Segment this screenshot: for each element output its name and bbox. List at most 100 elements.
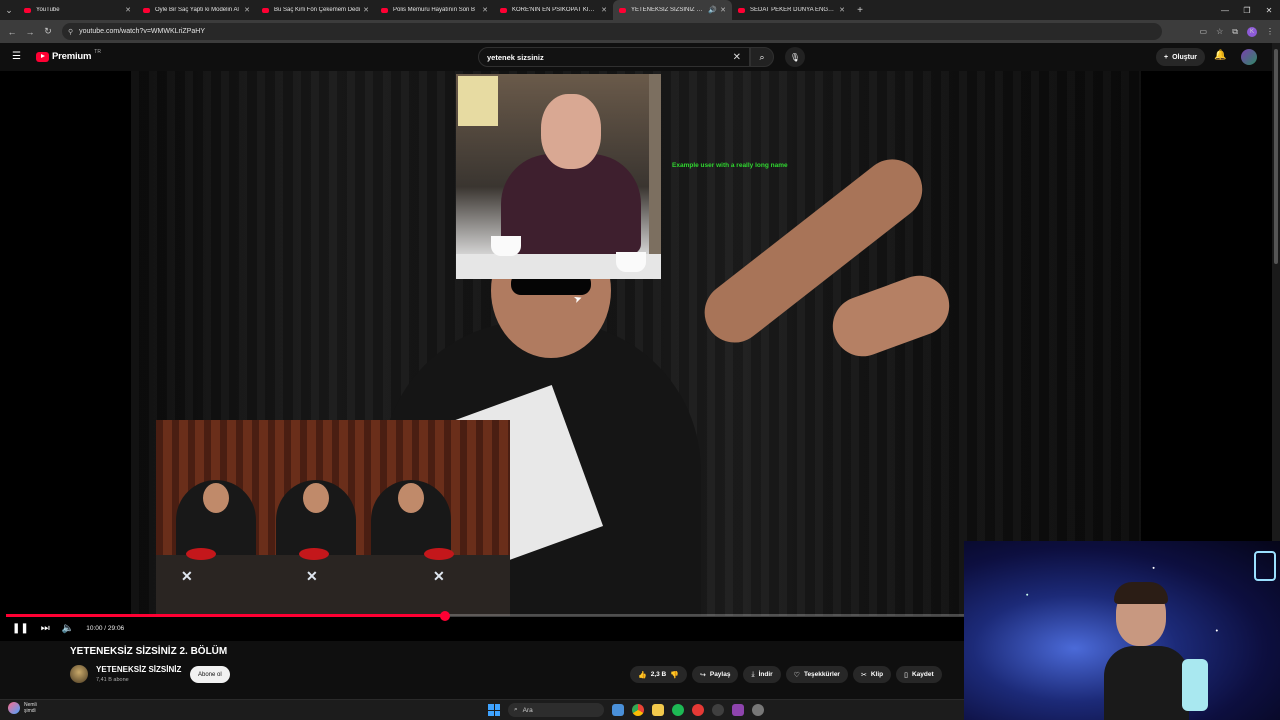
channel-name[interactable]: YETENEKSİZ SİZSİNİZ bbox=[96, 665, 181, 674]
scissors-icon: ✂ bbox=[860, 671, 867, 679]
account-avatar[interactable] bbox=[1241, 49, 1257, 65]
new-tab-button[interactable]: + bbox=[851, 5, 869, 16]
cast-icon[interactable]: ▭ bbox=[1200, 27, 1208, 36]
progress-bar[interactable] bbox=[6, 610, 964, 621]
close-tab-icon[interactable]: ✕ bbox=[363, 6, 369, 14]
next-icon[interactable]: ⏭ bbox=[41, 623, 50, 634]
profile-avatar[interactable]: K bbox=[1247, 26, 1257, 37]
search-button[interactable]: ⌕ bbox=[750, 47, 774, 67]
search-input[interactable]: yetenek sizsiniz ✕ bbox=[478, 47, 750, 67]
thanks-button[interactable]: ♡ Teşekkürler bbox=[785, 666, 848, 683]
download-icon: ⤓ bbox=[751, 670, 755, 678]
tea-cup bbox=[616, 252, 646, 272]
taskbar-search[interactable]: ⌕ Ara bbox=[508, 703, 604, 717]
weather-icon bbox=[8, 702, 20, 714]
x-mark-icon: ✕ bbox=[181, 568, 193, 584]
bookmark-icon: ▯ bbox=[904, 671, 908, 679]
save-button[interactable]: ▯ Kaydet bbox=[896, 666, 942, 683]
spotify-icon[interactable] bbox=[672, 704, 684, 716]
restore-icon[interactable]: ❐ bbox=[1236, 6, 1258, 15]
download-button[interactable]: ⤓ İndir bbox=[743, 666, 781, 683]
site-info-icon[interactable]: ⚲ bbox=[68, 28, 73, 36]
browser-tab[interactable]: YouTube ✕ bbox=[18, 0, 137, 20]
tab-title: KORE'NİN EN PSİKOPAT KIZI - Y bbox=[512, 7, 599, 13]
thanks-heart-icon: ♡ bbox=[793, 671, 800, 679]
chrome-icon[interactable] bbox=[632, 704, 644, 716]
like-dislike-button[interactable]: 👍 2,3 B 👎 bbox=[630, 666, 687, 683]
reaction-inset-top bbox=[456, 74, 661, 279]
browser-tab[interactable]: SEDAT PEKER DÜNYA ENGELLİ ✕ bbox=[732, 0, 851, 20]
search-icon: ⌕ bbox=[514, 706, 518, 713]
close-window-icon[interactable]: ✕ bbox=[1258, 6, 1280, 15]
file-explorer-icon[interactable] bbox=[652, 704, 664, 716]
minimize-icon[interactable]: — bbox=[1214, 6, 1236, 15]
extensions-icon[interactable]: ⧉ bbox=[1232, 27, 1238, 37]
opera-icon[interactable] bbox=[692, 704, 704, 716]
github-icon[interactable] bbox=[712, 704, 724, 716]
scrubber-handle[interactable] bbox=[439, 610, 450, 621]
save-label: Kaydet bbox=[911, 671, 934, 678]
browser-tab[interactable]: Öyle Bir Saç Yaptı ki Modelin Al ✕ bbox=[137, 0, 256, 20]
bookmark-star-icon[interactable]: ☆ bbox=[1216, 27, 1223, 36]
streamer-hair bbox=[1114, 582, 1168, 604]
player-controls: ❚❚ ⏭ 🔈 10:00 / 29:06 bbox=[0, 618, 124, 638]
search-icon: ⌕ bbox=[759, 51, 765, 62]
youtube-premium-logo[interactable]: Premium TR bbox=[36, 48, 101, 62]
volume-icon[interactable]: 🔈 bbox=[62, 623, 74, 634]
tab-title: Polis Memuru Hayatının Son B bbox=[393, 7, 476, 13]
os-taskbar: Nemli şimdi ⌕ Ara bbox=[0, 699, 964, 720]
youtube-play-logo-icon bbox=[36, 51, 49, 62]
clip-button[interactable]: ✂ Klip bbox=[852, 666, 892, 683]
youtube-favicon-icon bbox=[619, 7, 626, 13]
close-tab-icon[interactable]: ✕ bbox=[839, 6, 845, 14]
telegram-icon[interactable] bbox=[612, 704, 624, 716]
share-button[interactable]: ↪ Paylaş bbox=[691, 666, 739, 683]
close-tab-icon[interactable]: ✕ bbox=[720, 6, 726, 14]
back-icon[interactable]: ← bbox=[6, 27, 18, 37]
clear-search-icon[interactable]: ✕ bbox=[733, 52, 741, 63]
scrollbar-thumb[interactable] bbox=[1274, 49, 1278, 264]
close-tab-icon[interactable]: ✕ bbox=[244, 6, 250, 14]
close-tab-icon[interactable]: ✕ bbox=[125, 6, 131, 14]
tab-audio-icon[interactable]: 🔊 bbox=[708, 6, 717, 14]
jury-member-head bbox=[398, 483, 424, 513]
tab-search-chevron-icon[interactable]: ⌄ bbox=[0, 0, 18, 20]
tab-title: Öyle Bir Saç Yaptı ki Modelin Al bbox=[155, 7, 239, 13]
close-tab-icon[interactable]: ✕ bbox=[601, 6, 607, 14]
channel-avatar[interactable] bbox=[70, 665, 88, 683]
create-button[interactable]: + Oluştur bbox=[1156, 48, 1205, 66]
reload-icon[interactable]: ↻ bbox=[42, 26, 54, 37]
notifications-bell-icon[interactable]: 🔔 bbox=[1214, 50, 1226, 61]
browser-tab[interactable]: Polis Memuru Hayatının Son B ✕ bbox=[375, 0, 494, 20]
thumbs-down-icon[interactable]: 👎 bbox=[670, 671, 679, 679]
close-tab-icon[interactable]: ✕ bbox=[482, 6, 488, 14]
url-field[interactable]: ⚲ youtube.com/watch?v=WMWKLriZPaHY bbox=[62, 23, 1162, 40]
region-code: TR bbox=[94, 48, 101, 55]
browser-menu-icon[interactable]: ⋮ bbox=[1266, 27, 1274, 36]
jury-member-head bbox=[203, 483, 229, 513]
brand-label: Premium bbox=[52, 51, 92, 62]
subscribe-button[interactable]: Abone ol bbox=[190, 666, 230, 683]
weather-text: Nemli şimdi bbox=[24, 702, 37, 714]
neon-sign bbox=[1254, 551, 1276, 581]
pause-icon[interactable]: ❚❚ bbox=[12, 623, 29, 634]
share-label: Paylaş bbox=[709, 671, 731, 678]
elderly-man-figure bbox=[486, 94, 641, 254]
browser-tab[interactable]: Bu Saç Kirli Fön Çekemem Dedi ✕ bbox=[256, 0, 375, 20]
voice-search-button[interactable]: 🎙 bbox=[785, 47, 805, 67]
plus-icon: + bbox=[1164, 53, 1169, 61]
settings-gear-icon[interactable] bbox=[752, 704, 764, 716]
tab-title: YETENEKSİZ SİZSİNİZ 2. BÖ bbox=[631, 7, 706, 13]
streamer-body bbox=[1104, 646, 1189, 720]
streamer-figure bbox=[1104, 582, 1189, 720]
forward-icon[interactable]: → bbox=[24, 27, 36, 37]
browser-tab-active[interactable]: YETENEKSİZ SİZSİNİZ 2. BÖ 🔊 ✕ bbox=[613, 0, 732, 20]
thumbs-up-icon[interactable]: 👍 bbox=[638, 671, 647, 679]
hamburger-menu-icon[interactable]: ☰ bbox=[12, 51, 23, 62]
app-icon[interactable] bbox=[732, 704, 744, 716]
browser-tab[interactable]: KORE'NİN EN PSİKOPAT KIZI - Y ✕ bbox=[494, 0, 613, 20]
windows-start-icon[interactable] bbox=[488, 704, 500, 716]
red-buzzer bbox=[299, 548, 329, 560]
youtube-favicon-icon bbox=[262, 7, 269, 13]
weather-widget[interactable]: Nemli şimdi bbox=[8, 702, 37, 714]
